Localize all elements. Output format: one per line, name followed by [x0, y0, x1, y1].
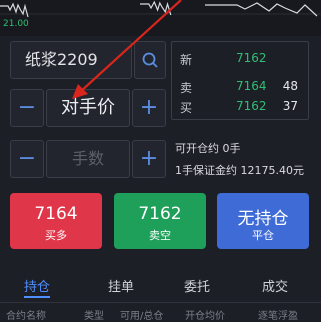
quote-price: 7162: [236, 51, 267, 65]
quote-label: 新: [180, 53, 193, 67]
close-title: 无持仓: [237, 209, 289, 229]
price-increase-button[interactable]: +: [132, 89, 166, 127]
price-chart-strip: 21.00: [0, 0, 321, 36]
tab-trades[interactable]: 成交: [262, 276, 288, 295]
sell-price: 7162: [138, 204, 182, 224]
sell-label: 卖空: [149, 229, 171, 242]
price-chart: [0, 0, 321, 18]
close-label: 平仓: [252, 229, 274, 242]
buy-price: 7164: [34, 204, 78, 224]
openable-lots-text: 可开仓约 0手: [175, 142, 241, 155]
quote-price: 7164: [236, 79, 267, 93]
quote-label: 卖: [180, 81, 193, 95]
margin-text: 1手保证金约 12175.40元: [175, 164, 304, 177]
quote-panel: 新 7162 卖 7164 48 买 7162 37: [171, 41, 309, 120]
price-line-left: [0, 2, 29, 18]
quote-price: 7162: [236, 99, 267, 113]
close-position-button[interactable]: 无持仓 平仓: [217, 193, 309, 249]
search-icon: [142, 52, 158, 68]
sell-short-button[interactable]: 7162 卖空: [114, 193, 206, 249]
chart-y-tick: 21.00: [3, 19, 29, 29]
quote-row-bid: 买 7162 37: [180, 99, 304, 117]
quote-row-ask: 卖 7164 48: [180, 79, 304, 97]
quote-label: 买: [180, 101, 193, 115]
search-button[interactable]: [134, 41, 166, 79]
price-type-field[interactable]: 对手价: [46, 89, 130, 127]
quantity-increase-button[interactable]: +: [132, 140, 166, 178]
price-decrease-button[interactable]: −: [10, 89, 44, 127]
tab-pending[interactable]: 挂单: [108, 276, 134, 295]
quote-volume: 37: [282, 99, 298, 113]
quote-row-last: 新 7162: [180, 51, 304, 69]
symbol-input[interactable]: 纸浆2209: [10, 41, 132, 79]
active-tab-indicator: [24, 296, 50, 298]
quantity-decrease-button[interactable]: −: [10, 140, 44, 178]
quote-volume: 48: [282, 79, 298, 93]
quantity-input[interactable]: 手数: [46, 140, 130, 178]
buy-label: 买多: [45, 229, 67, 242]
tab-orders[interactable]: 委托: [184, 276, 210, 295]
buy-long-button[interactable]: 7164 买多: [10, 193, 102, 249]
tab-positions[interactable]: 持仓: [24, 276, 50, 295]
price-line-mid: [140, 0, 172, 16]
positions-table-header: 合约名称 类型 可用/总仓 开仓均价 逐笔浮盈: [0, 303, 321, 322]
